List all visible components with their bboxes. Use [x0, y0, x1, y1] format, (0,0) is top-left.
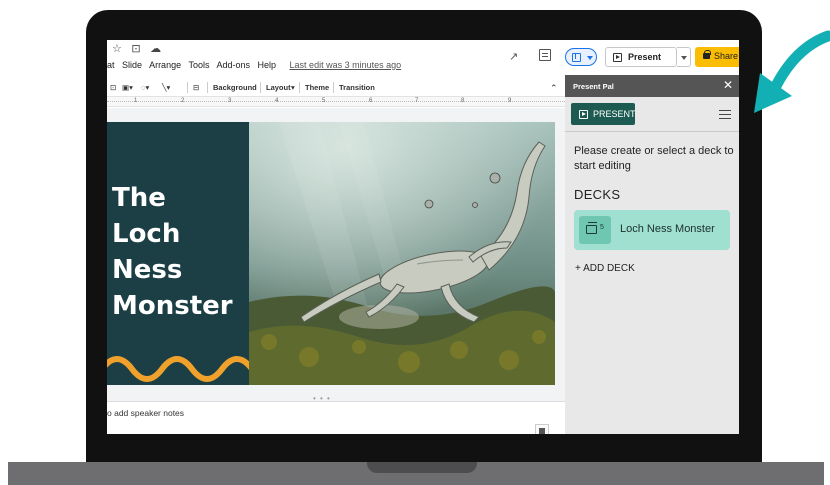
toolbar-divider	[333, 82, 334, 93]
cloud-status-icon[interactable]: ☁	[150, 42, 161, 55]
transition-button[interactable]: Transition	[339, 83, 375, 92]
present-button[interactable]: Present	[605, 47, 677, 67]
toolbar-divider	[187, 82, 188, 93]
sidebar-present-button[interactable]: PRESENT	[571, 103, 636, 125]
editing-toolbar: ⊡ ▣▾ ◌▾ ╲▾ ⊟ Background Layout ▾ Theme T…	[107, 79, 565, 97]
layout-button[interactable]: Layout	[266, 83, 291, 92]
menu-help[interactable]: Help	[258, 60, 277, 70]
slides-header: ☆ ⊡ ☁ at Slide Arrange Tools Add-ons Hel…	[107, 40, 565, 76]
last-edit-link[interactable]: Last edit was 3 minutes ago	[290, 60, 402, 70]
sidebar-header: Present Pal ✕	[565, 75, 739, 97]
laptop-screen: ☆ ⊡ ☁ at Slide Arrange Tools Add-ons Hel…	[107, 40, 739, 434]
ruler-dots	[107, 101, 565, 102]
deck-card[interactable]: 5 Loch Ness Monster	[574, 210, 730, 250]
ruler-tick: 2	[181, 98, 185, 104]
comment-add-icon[interactable]: ⊟	[193, 83, 199, 92]
slide-title-line: Ness	[112, 255, 183, 285]
decks-heading: DECKS	[574, 187, 621, 202]
menu-format[interactable]: at	[107, 60, 115, 70]
teal-arrow-icon	[754, 30, 830, 113]
theme-button[interactable]: Theme	[305, 83, 329, 92]
sidebar-title: Present Pal	[573, 82, 614, 91]
menu-addons[interactable]: Add-ons	[216, 60, 250, 70]
speaker-notes-field[interactable]: o add speaker notes	[107, 408, 184, 418]
sidebar-present-label: PRESENT	[593, 109, 636, 119]
share-button[interactable]: Share	[695, 47, 739, 67]
chevron-up-icon[interactable]: ⌃	[550, 83, 558, 94]
chevron-down-icon: ▾	[291, 83, 295, 92]
toolbar-divider	[207, 82, 208, 93]
present-pal-sidebar: Present Pal ✕ PRESENT Please create or s…	[565, 75, 739, 434]
activity-trend-icon[interactable]: ↗	[509, 50, 518, 63]
laptop-mockup: ☆ ⊡ ☁ at Slide Arrange Tools Add-ons Hel…	[0, 0, 830, 485]
deck-name: Loch Ness Monster	[620, 223, 715, 235]
header-actions: ↗ Present Share	[509, 46, 739, 68]
slide-title-line: Loch	[112, 219, 181, 249]
chevron-down-icon	[587, 56, 593, 60]
deck-slide-count: 5	[600, 224, 604, 231]
slide-title-panel[interactable]: The Loch Ness Monster	[107, 122, 249, 385]
ruler-tick: 1	[134, 98, 138, 104]
background-button[interactable]: Background	[213, 83, 257, 92]
present-label: Present	[628, 52, 662, 62]
menu-bar: at Slide Arrange Tools Add-ons Help Last…	[107, 60, 406, 70]
ruler-tick: 7	[415, 98, 419, 104]
underwater-scene	[249, 122, 555, 385]
comment-history-icon[interactable]	[539, 49, 551, 61]
doc-icons: ☆ ⊡ ☁	[112, 42, 167, 55]
ruler-tick: 4	[275, 98, 279, 104]
sidebar-message: Please create or select a deck to start …	[574, 145, 734, 172]
ruler-tick: 5	[322, 98, 326, 104]
add-deck-button[interactable]: + ADD DECK	[575, 263, 635, 274]
image-icon[interactable]: ▣▾	[122, 83, 133, 92]
slide-title-line: The	[112, 183, 166, 213]
line-icon[interactable]: ╲▾	[162, 83, 170, 92]
hamburger-menu-icon[interactable]	[719, 110, 731, 119]
share-label: Share	[714, 51, 739, 61]
menu-tools[interactable]: Tools	[188, 60, 209, 70]
present-options-dropdown[interactable]	[677, 47, 691, 67]
present-play-icon	[613, 53, 622, 62]
sidebar-divider	[565, 131, 739, 132]
star-icon[interactable]: ☆	[112, 42, 122, 55]
decorative-wave	[107, 356, 249, 382]
horizontal-ruler: 1 2 3 4 5 6 7 8 9	[107, 97, 565, 107]
toolbar-divider	[299, 82, 300, 93]
ruler-tick: 6	[369, 98, 373, 104]
menu-slide[interactable]: Slide	[122, 60, 142, 70]
ruler-tick: 3	[228, 98, 232, 104]
notes-divider	[107, 401, 565, 402]
shape-icon[interactable]: ◌▾	[141, 83, 149, 92]
addon-launch-button[interactable]	[565, 48, 597, 66]
laptop-notch	[367, 462, 477, 473]
close-icon[interactable]: ✕	[723, 78, 733, 92]
addon-upload-icon	[572, 53, 581, 62]
slide-title-line: Monster	[112, 291, 233, 321]
plesiosaur-illustration[interactable]	[249, 122, 555, 385]
explore-icon[interactable]	[535, 424, 549, 434]
toolbar-divider	[260, 82, 261, 93]
slides-stack-icon	[586, 222, 597, 234]
textbox-icon[interactable]: ⊡	[110, 83, 116, 92]
present-play-icon	[579, 110, 588, 119]
folder-move-icon[interactable]: ⊡	[131, 42, 140, 55]
deck-badge: 5	[579, 216, 611, 244]
menu-arrange[interactable]: Arrange	[149, 60, 181, 70]
slide-title: The Loch Ness Monster	[112, 180, 247, 324]
ruler-tick: 9	[508, 98, 512, 104]
ruler-tick: 8	[461, 98, 465, 104]
lock-icon	[703, 50, 711, 59]
